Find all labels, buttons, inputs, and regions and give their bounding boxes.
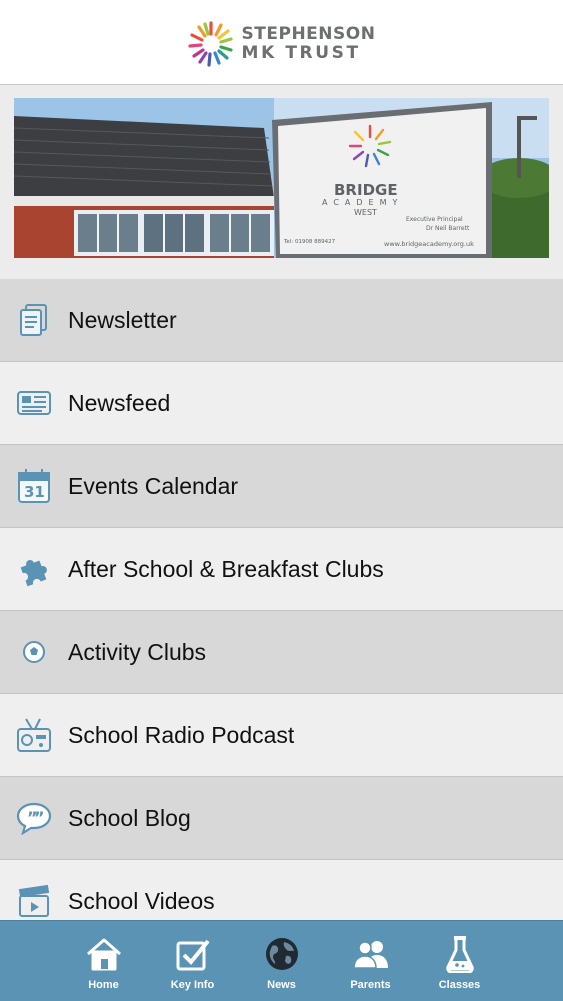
tab-label: News xyxy=(267,979,296,991)
tab-label: Home xyxy=(88,979,119,991)
bottom-tab-bar: Home Key Info News Parents Classes xyxy=(0,920,563,1001)
banner-section: BRIDGE ACADEMY WEST Executive Principal … xyxy=(0,85,563,279)
sign-school-sub2: WEST xyxy=(354,208,377,217)
menu-item-label: School Videos xyxy=(68,887,215,914)
tab-label: Parents xyxy=(350,979,391,991)
sign-school-name: BRIDGE xyxy=(334,181,398,199)
calendar-icon: 31 xyxy=(16,468,52,504)
menu-item-label: Events Calendar xyxy=(68,472,239,499)
speech-bubble-icon: ” ” xyxy=(16,800,52,836)
svg-text:”: ” xyxy=(34,808,45,827)
newspaper-icon xyxy=(16,385,52,421)
menu-list: Newsletter Newsfeed 31 Events Calendar A… xyxy=(0,279,563,943)
menu-item-activity-clubs[interactable]: Activity Clubs xyxy=(0,611,563,694)
app-header: STEPHENSON MK TRUST xyxy=(0,0,563,85)
tab-home[interactable]: Home xyxy=(59,921,148,1001)
sign-role: Executive Principal xyxy=(406,216,463,223)
menu-item-label: School Blog xyxy=(68,804,191,831)
logo-subtitle: MK TRUST xyxy=(241,43,361,63)
document-icon xyxy=(16,302,52,338)
logo-title: STEPHENSON xyxy=(241,24,376,44)
tab-classes[interactable]: Classes xyxy=(415,921,504,1001)
school-banner-image: BRIDGE ACADEMY WEST Executive Principal … xyxy=(14,98,549,258)
tab-label: Classes xyxy=(438,979,481,991)
globe-icon xyxy=(264,935,300,973)
tab-parents[interactable]: Parents xyxy=(326,921,415,1001)
menu-item-label: Newsfeed xyxy=(68,389,171,416)
menu-item-newsfeed[interactable]: Newsfeed xyxy=(0,362,563,445)
home-icon xyxy=(85,935,123,973)
football-icon xyxy=(16,634,52,670)
menu-item-after-school-clubs[interactable]: After School & Breakfast Clubs xyxy=(0,528,563,611)
sign-school-sub: ACADEMY xyxy=(322,198,404,207)
checkbox-icon xyxy=(174,935,212,973)
menu-item-label: Activity Clubs xyxy=(68,638,207,665)
calendar-day-text: 31 xyxy=(24,483,45,501)
sign-tel: Tel: 01908 889427 xyxy=(284,239,336,245)
puzzle-icon xyxy=(16,551,52,587)
menu-item-events-calendar[interactable]: 31 Events Calendar xyxy=(0,445,563,528)
menu-item-school-blog[interactable]: ” ” School Blog xyxy=(0,777,563,860)
sign-web: www.bridgeacademy.org.uk xyxy=(384,240,474,248)
people-icon xyxy=(351,935,391,973)
tab-label: Key Info xyxy=(170,979,215,991)
tab-key-info[interactable]: Key Info xyxy=(148,921,237,1001)
menu-item-label: School Radio Podcast xyxy=(68,721,295,748)
menu-item-newsletter[interactable]: Newsletter xyxy=(0,279,563,362)
starburst-logo-icon xyxy=(187,21,233,67)
tab-news[interactable]: News xyxy=(237,921,326,1001)
menu-item-radio-podcast[interactable]: School Radio Podcast xyxy=(0,694,563,777)
trust-logo[interactable]: STEPHENSON MK TRUST xyxy=(187,21,376,67)
radio-icon xyxy=(16,717,52,753)
clapperboard-icon xyxy=(16,883,52,919)
sign-person: Dr Neil Barrett xyxy=(426,225,470,232)
flask-icon xyxy=(445,935,475,973)
menu-item-label: Newsletter xyxy=(68,306,177,333)
menu-item-label: After School & Breakfast Clubs xyxy=(68,555,384,582)
